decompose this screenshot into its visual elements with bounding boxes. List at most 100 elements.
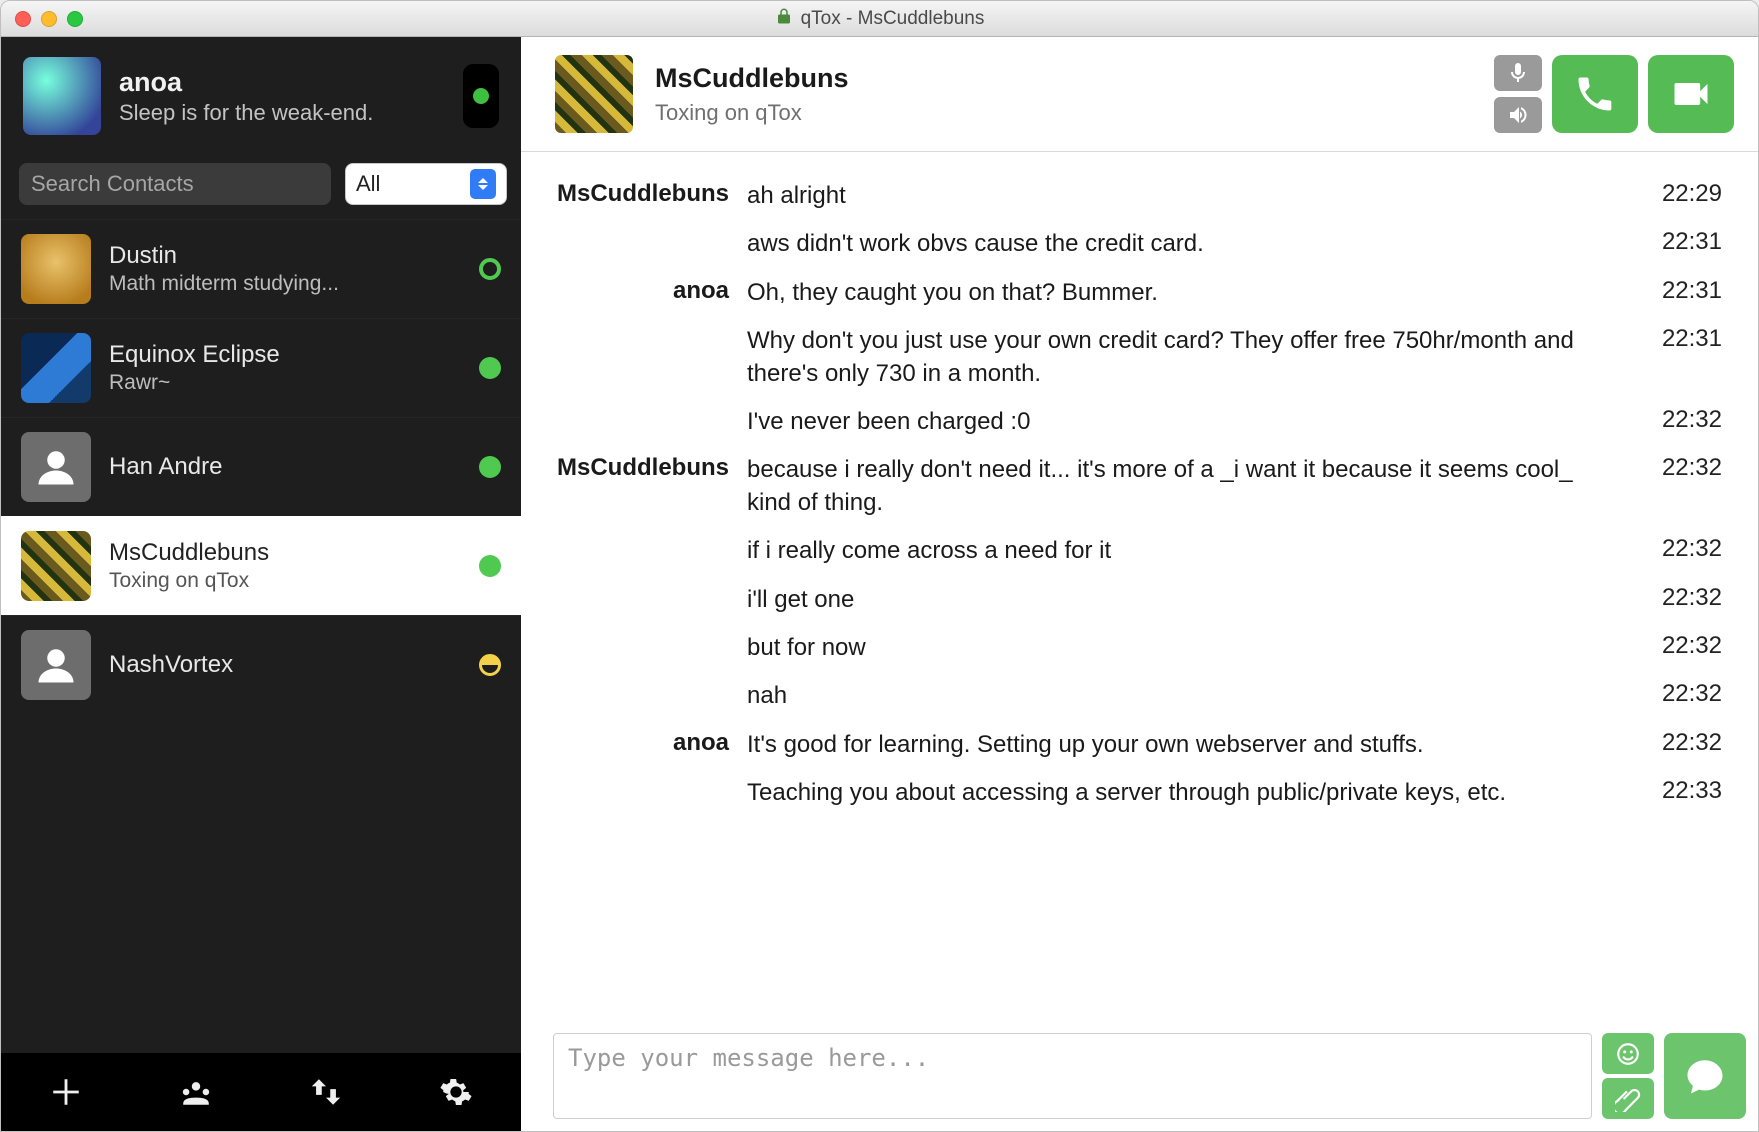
- message-author: MsCuddlebuns: [557, 180, 747, 208]
- message-text: because i really don't need it... it's m…: [747, 454, 1632, 519]
- compose-area: [521, 1033, 1758, 1131]
- lock-icon: [775, 7, 793, 31]
- group-chat-button[interactable]: [131, 1053, 261, 1131]
- contact-item[interactable]: NashVortex: [1, 615, 521, 714]
- presence-online-icon: [473, 88, 489, 104]
- mute-mic-button[interactable]: [1494, 55, 1542, 91]
- contact-name: MsCuddlebuns: [109, 539, 469, 567]
- microphone-icon: [1506, 61, 1530, 85]
- message-text: ah alright: [747, 180, 1632, 212]
- mute-speaker-button[interactable]: [1494, 97, 1542, 133]
- message-time: 22:29: [1632, 180, 1722, 208]
- contact-status: Rawr~: [109, 371, 469, 395]
- message-text: It's good for learning. Setting up your …: [747, 729, 1632, 761]
- message-row: aws didn't work obvs cause the credit ca…: [557, 220, 1722, 268]
- file-transfers-button[interactable]: [261, 1053, 391, 1131]
- send-button[interactable]: [1664, 1033, 1746, 1119]
- presence-icon: [479, 258, 501, 280]
- contact-item[interactable]: Equinox EclipseRawr~: [1, 318, 521, 417]
- settings-button[interactable]: [391, 1053, 521, 1131]
- contact-name: Han Andre: [109, 453, 469, 481]
- message-time: 22:32: [1632, 680, 1722, 708]
- filter-selected: All: [356, 171, 380, 197]
- chat-contact-avatar: [555, 55, 633, 133]
- message-row: anoaOh, they caught you on that? Bummer.…: [557, 269, 1722, 317]
- audio-call-button[interactable]: [1552, 55, 1638, 133]
- attach-file-button[interactable]: [1602, 1078, 1654, 1119]
- message-time: 22:33: [1632, 777, 1722, 805]
- message-text: but for now: [747, 632, 1632, 664]
- message-row: if i really come across a need for it22:…: [557, 527, 1722, 575]
- message-row: Why don't you just use your own credit c…: [557, 317, 1722, 398]
- message-row: Teaching you about accessing a server th…: [557, 769, 1722, 817]
- chat-messages[interactable]: MsCuddlebunsah alright22:29aws didn't wo…: [521, 152, 1758, 1033]
- bottom-toolbar: [1, 1053, 521, 1131]
- message-time: 22:32: [1632, 632, 1722, 660]
- message-input[interactable]: [553, 1033, 1592, 1119]
- presence-icon: [479, 456, 501, 478]
- message-author: MsCuddlebuns: [557, 454, 747, 482]
- message-text: aws didn't work obvs cause the credit ca…: [747, 228, 1632, 260]
- chevron-up-down-icon: [470, 169, 496, 199]
- message-time: 22:32: [1632, 454, 1722, 482]
- contact-avatar: [21, 234, 91, 304]
- contact-status: Math midterm studying...: [109, 272, 469, 296]
- message-row: nah22:32: [557, 672, 1722, 720]
- message-row: I've never been charged :022:32: [557, 398, 1722, 446]
- contact-avatar: [21, 630, 91, 700]
- sidebar: anoa Sleep is for the weak-end. All Dust…: [1, 37, 521, 1131]
- presence-icon: [479, 357, 501, 379]
- titlebar: qTox - MsCuddlebuns: [1, 1, 1758, 37]
- contact-name: NashVortex: [109, 651, 469, 679]
- phone-icon: [1573, 72, 1617, 116]
- message-text: nah: [747, 680, 1632, 712]
- self-profile[interactable]: anoa Sleep is for the weak-end.: [1, 37, 521, 157]
- contact-avatar: [21, 333, 91, 403]
- message-time: 22:31: [1632, 325, 1722, 353]
- message-text: Oh, they caught you on that? Bummer.: [747, 277, 1632, 309]
- presence-icon: [479, 654, 501, 676]
- chat-panel: MsCuddlebuns Toxing on qTox: [521, 37, 1758, 1131]
- video-call-button[interactable]: [1648, 55, 1734, 133]
- window-title: qTox - MsCuddlebuns: [801, 8, 985, 30]
- contact-avatar: [21, 432, 91, 502]
- contact-name: Equinox Eclipse: [109, 341, 469, 369]
- message-author: anoa: [557, 729, 747, 757]
- contact-name: Dustin: [109, 242, 469, 270]
- self-avatar: [23, 57, 101, 135]
- contact-item[interactable]: Han Andre: [1, 417, 521, 516]
- self-presence-toggle[interactable]: [463, 64, 499, 128]
- message-time: 22:32: [1632, 535, 1722, 563]
- message-text: I've never been charged :0: [747, 406, 1632, 438]
- emoji-button[interactable]: [1602, 1033, 1654, 1074]
- chat-header: MsCuddlebuns Toxing on qTox: [521, 37, 1758, 152]
- message-text: i'll get one: [747, 584, 1632, 616]
- contact-item[interactable]: MsCuddlebunsToxing on qTox: [1, 516, 521, 615]
- message-row: i'll get one22:32: [557, 576, 1722, 624]
- search-input[interactable]: [19, 163, 331, 205]
- speaker-icon: [1506, 103, 1530, 127]
- message-row: MsCuddlebunsah alright22:29: [557, 172, 1722, 220]
- self-name: anoa: [119, 67, 463, 98]
- minimize-icon[interactable]: [41, 11, 57, 27]
- contact-avatar: [21, 531, 91, 601]
- chat-contact-status: Toxing on qTox: [655, 100, 1494, 126]
- paperclip-icon: [1615, 1086, 1641, 1112]
- message-row: MsCuddlebunsbecause i really don't need …: [557, 446, 1722, 527]
- chat-contact-name: MsCuddlebuns: [655, 63, 1494, 94]
- message-time: 22:31: [1632, 228, 1722, 256]
- add-friend-button[interactable]: [1, 1053, 131, 1131]
- presence-icon: [479, 555, 501, 577]
- message-text: Why don't you just use your own credit c…: [747, 325, 1632, 390]
- contacts-list: DustinMath midterm studying...Equinox Ec…: [1, 219, 521, 1053]
- smiley-icon: [1615, 1041, 1641, 1067]
- close-icon[interactable]: [15, 11, 31, 27]
- video-icon: [1669, 72, 1713, 116]
- app-window: qTox - MsCuddlebuns anoa Sleep is for th…: [0, 0, 1759, 1132]
- message-author: anoa: [557, 277, 747, 305]
- contact-item[interactable]: DustinMath midterm studying...: [1, 219, 521, 318]
- message-time: 22:32: [1632, 729, 1722, 757]
- filter-select[interactable]: All: [345, 163, 507, 205]
- speech-bubble-icon: [1684, 1055, 1726, 1097]
- fullscreen-icon[interactable]: [67, 11, 83, 27]
